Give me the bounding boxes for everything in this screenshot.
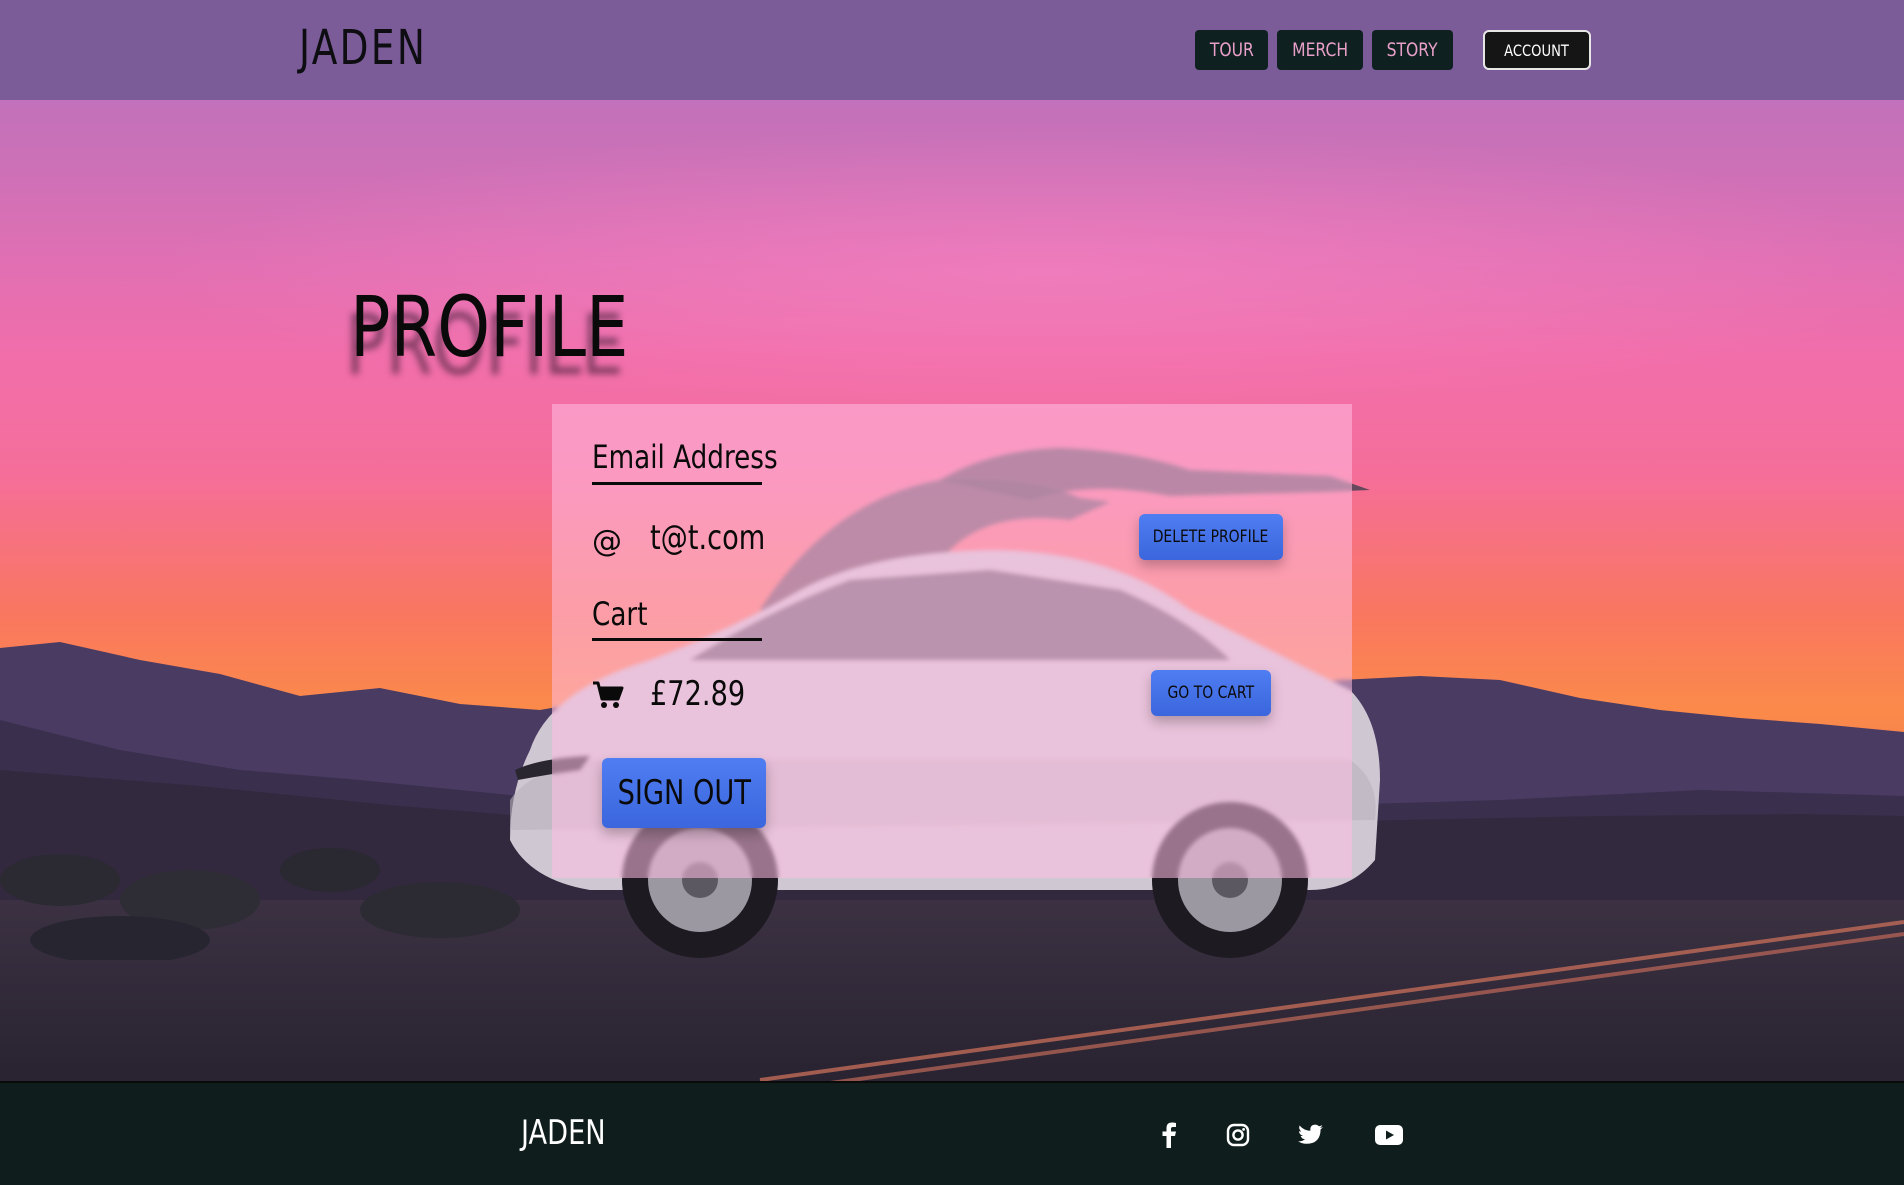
email-value: t@t.com bbox=[650, 518, 766, 558]
delete-profile-label: DELETE PROFILE bbox=[1153, 527, 1269, 547]
cart-section-label: Cart bbox=[592, 595, 648, 633]
account-label: ACCOUNT bbox=[1504, 40, 1570, 60]
nav-merch-label: MERCH bbox=[1292, 39, 1348, 61]
nav-tour-button[interactable]: TOUR bbox=[1195, 30, 1268, 70]
delete-profile-button[interactable]: DELETE PROFILE bbox=[1139, 514, 1283, 560]
youtube-icon[interactable] bbox=[1374, 1121, 1404, 1149]
nav-story-label: STORY bbox=[1386, 39, 1439, 61]
footer-brand: JADEN bbox=[521, 1113, 606, 1153]
email-label-underline bbox=[592, 482, 762, 485]
brand-logo[interactable]: JADEN bbox=[299, 20, 427, 76]
cart-total: £72.89 bbox=[650, 674, 746, 714]
shopping-cart-icon bbox=[593, 681, 624, 708]
profile-card: Email Address @ t@t.com DELETE PROFILE C… bbox=[552, 404, 1352, 878]
top-nav-bar: JADEN TOUR MERCH STORY ACCOUNT bbox=[0, 0, 1904, 100]
go-to-cart-button[interactable]: GO TO CART bbox=[1151, 670, 1271, 716]
instagram-icon[interactable] bbox=[1224, 1121, 1252, 1149]
page-title: PROFILE bbox=[350, 278, 629, 376]
desert-shrubs bbox=[0, 848, 520, 960]
twitter-icon[interactable] bbox=[1297, 1121, 1325, 1149]
email-section-label: Email Address bbox=[592, 438, 778, 476]
footer: JADEN bbox=[0, 1081, 1904, 1185]
sign-out-button[interactable]: SIGN OUT bbox=[602, 758, 766, 828]
facebook-icon[interactable] bbox=[1155, 1121, 1183, 1149]
nav-merch-button[interactable]: MERCH bbox=[1277, 30, 1363, 70]
cart-label-underline bbox=[592, 638, 762, 641]
sky-glow bbox=[0, 100, 1904, 440]
go-to-cart-label: GO TO CART bbox=[1167, 683, 1255, 703]
nav-story-button[interactable]: STORY bbox=[1372, 30, 1453, 70]
account-button[interactable]: ACCOUNT bbox=[1483, 30, 1591, 70]
nav-tour-label: TOUR bbox=[1209, 39, 1254, 61]
sign-out-label: SIGN OUT bbox=[617, 773, 751, 813]
at-sign-icon: @ bbox=[592, 524, 622, 559]
